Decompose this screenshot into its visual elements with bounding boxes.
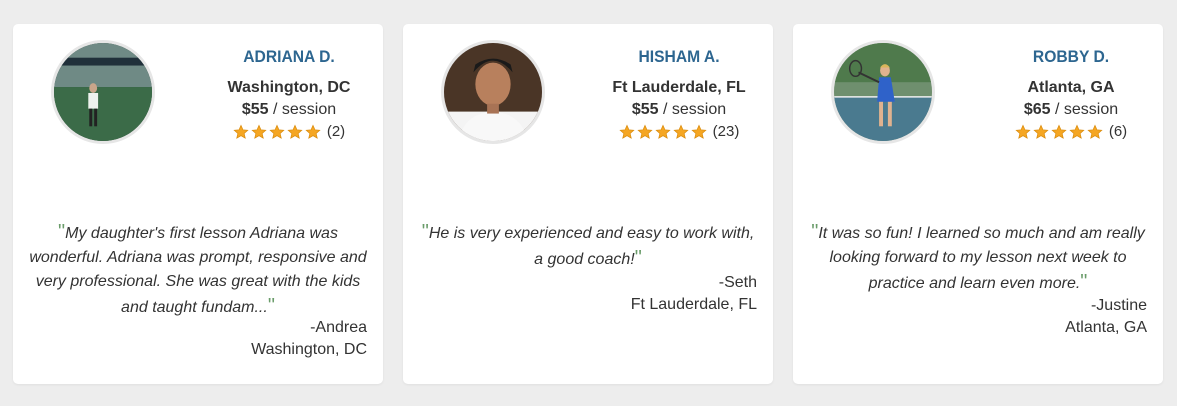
coach-location: Atlanta, GA [1027, 79, 1115, 96]
coach-avatar[interactable] [831, 40, 935, 144]
review-text: My daughter's first lesson Adriana was w… [29, 225, 367, 316]
star-icon [691, 124, 707, 139]
coach-price: $65 / session [1023, 101, 1119, 118]
star-icon [637, 124, 653, 139]
avatar-photo [834, 43, 932, 141]
star-icon [269, 124, 285, 139]
close-quote-icon: " [1080, 271, 1088, 293]
coach-name[interactable]: HISHAM A. [598, 47, 760, 67]
coach-rating: (23) [591, 121, 767, 143]
review-author-location: Atlanta, GA [1065, 319, 1147, 336]
review-signature: -Seth Ft Lauderdale, FL [631, 272, 757, 316]
review-quote: "It was so fun! I learned so much and am… [809, 220, 1147, 296]
star-icon [251, 124, 267, 139]
avatar-photo [444, 43, 542, 141]
review-signature: -Andrea Washington, DC [251, 317, 367, 361]
review-author-location: Washington, DC [251, 341, 367, 358]
review-author: -Justine [1090, 297, 1147, 314]
coach-avatar[interactable] [51, 40, 155, 144]
close-quote-icon: " [634, 247, 642, 269]
coach-info: HISHAM A. Ft Lauderdale, FL $55 / sessio… [591, 47, 767, 143]
coach-price: $55 / session [241, 101, 337, 118]
coach-price: $55 / session [631, 101, 727, 118]
coach-location: Washington, DC [227, 79, 351, 96]
review-author: -Andrea [310, 319, 367, 336]
review-count: (23) [712, 123, 740, 140]
coach-name[interactable]: ROBBY D. [999, 47, 1143, 67]
coach-reviews-row: ADRIANA D. Washington, DC $55 / session … [0, 0, 1177, 406]
star-icon [305, 124, 321, 139]
coach-card-hisham[interactable]: HISHAM A. Ft Lauderdale, FL $55 / sessio… [403, 24, 773, 384]
coach-avatar[interactable] [441, 40, 545, 144]
review-count: (6) [1108, 123, 1128, 140]
star-icon [1087, 124, 1103, 139]
star-icon [673, 124, 689, 139]
review-author: -Seth [718, 274, 757, 291]
open-quote-icon: " [421, 221, 429, 243]
rating-stars [619, 124, 707, 140]
review-signature: -Justine Atlanta, GA [1065, 295, 1147, 339]
star-icon [233, 124, 249, 139]
coach-rating: (2) [209, 121, 369, 143]
star-icon [1069, 124, 1085, 139]
coach-card-adriana[interactable]: ADRIANA D. Washington, DC $55 / session … [13, 24, 383, 384]
star-icon [287, 124, 303, 139]
coach-info: ROBBY D. Atlanta, GA $65 / session (6) [993, 47, 1149, 143]
star-icon [655, 124, 671, 139]
coach-rating: (6) [993, 121, 1149, 143]
coach-card-robby[interactable]: ROBBY D. Atlanta, GA $65 / session (6) "… [793, 24, 1163, 384]
rating-stars [1015, 124, 1103, 140]
review-quote: "He is very experienced and easy to work… [419, 220, 757, 272]
review-text: It was so fun! I learned so much and am … [818, 225, 1145, 292]
coach-info: ADRIANA D. Washington, DC $55 / session … [209, 47, 369, 143]
rating-stars [233, 124, 321, 140]
star-icon [619, 124, 635, 139]
star-icon [1051, 124, 1067, 139]
coach-location: Ft Lauderdale, FL [612, 79, 746, 96]
star-icon [1015, 124, 1031, 139]
review-count: (2) [326, 123, 346, 140]
coach-name[interactable]: ADRIANA D. [215, 47, 362, 67]
close-quote-icon: " [267, 295, 275, 317]
review-text: He is very experienced and easy to work … [428, 225, 755, 268]
review-quote: "My daughter's first lesson Adriana was … [29, 220, 367, 320]
star-icon [1033, 124, 1049, 139]
avatar-photo [54, 43, 152, 141]
review-author-location: Ft Lauderdale, FL [630, 296, 757, 313]
